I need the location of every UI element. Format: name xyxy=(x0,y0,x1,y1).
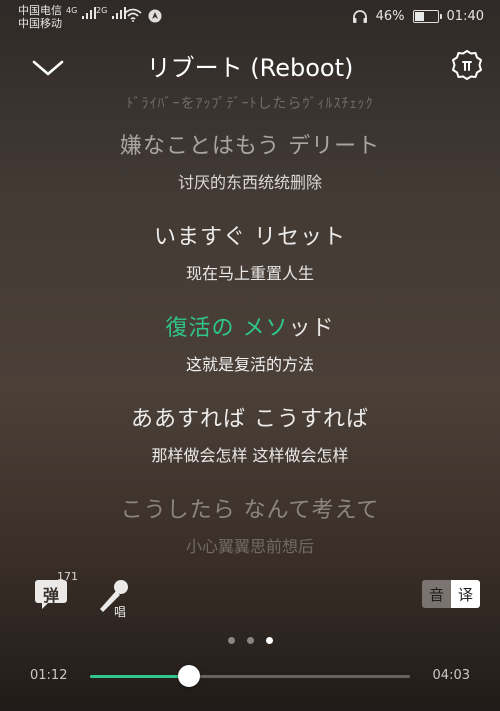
song-title: リブート (Reboot) xyxy=(146,54,354,82)
battery-level xyxy=(414,12,424,21)
toggle-phonetic-option[interactable]: 音 xyxy=(422,580,451,608)
elapsed-time: 01:12 xyxy=(30,668,68,683)
wifi-icon xyxy=(124,8,142,22)
lyric-translation: 那样做会怎样 这样做会怎样 xyxy=(151,446,349,465)
danmaku-count: 171 xyxy=(57,570,78,583)
location-icon xyxy=(148,9,162,23)
status-bar: 中国电信 中国移动 4G 2G 46% 01:40 xyxy=(0,0,500,36)
lyric-japanese: ああすれば こうすれば xyxy=(131,407,369,432)
lyric-japanese: 嫌なことはもう デリート xyxy=(119,134,381,159)
signal-4g-icon: 4G xyxy=(66,7,96,19)
battery-percent: 46% xyxy=(375,9,405,24)
page-dot[interactable] xyxy=(246,637,254,644)
lyric-line[interactable]: 嫌なことはもう デリート 讨厌的东西统统删除 xyxy=(0,132,500,194)
lyric-line[interactable]: いますぐ リセット 现在马上重置人生 xyxy=(0,223,500,285)
total-time: 04:03 xyxy=(432,668,470,683)
carrier-2-label: 中国移动 xyxy=(18,17,62,30)
playback-progress: 01:12 04:03 xyxy=(0,664,500,688)
lyric-translation: 这就是复活的方法 xyxy=(185,355,314,374)
lyric-line[interactable]: ああすれば こうすれば 那样做会怎样 这样做会怎样 xyxy=(0,405,500,467)
lyric-japanese: いますぐ リセット xyxy=(154,225,346,250)
status-right: 46% 01:40 xyxy=(352,9,484,24)
page-indicator[interactable] xyxy=(0,637,500,644)
lyric-line-faded: ﾄﾞﾗｲﾊﾞｰをｱｯﾌﾟﾃﾞｰﾄしたらｳﾞｨﾙｽﾁｪｯｸ xyxy=(126,96,374,112)
translation-toggle[interactable]: 音 译 xyxy=(422,580,480,608)
lyrics-panel[interactable]: ﾄﾞﾗｲﾊﾞｰをｱｯﾌﾟﾃﾞｰﾄしたらｳﾞｨﾙｽﾁｪｯｸ 嫌なことはもう デリー… xyxy=(0,92,500,562)
sing-button[interactable]: 唱 xyxy=(94,577,134,619)
battery-icon xyxy=(412,10,442,23)
player-header: リブート (Reboot) xyxy=(0,44,500,88)
lyric-unplayed-part: ッド xyxy=(288,316,335,341)
progress-thumb[interactable] xyxy=(178,665,201,687)
lyric-translation: 讨厌的东西统统删除 xyxy=(177,173,322,192)
carrier-info: 中国电信 中国移动 xyxy=(18,4,62,30)
signal-2g-icon: 2G xyxy=(96,7,126,19)
page-dot[interactable] xyxy=(227,637,235,644)
headphones-icon xyxy=(352,9,367,23)
danmaku-label: 弹 xyxy=(42,586,59,605)
bottom-controls: 弹 171 唱 音 译 xyxy=(0,568,500,628)
toggle-translation-option[interactable]: 译 xyxy=(451,580,480,608)
lyric-line-active[interactable]: 復活の メソッド 这就是复活的方法 xyxy=(0,314,500,376)
lyric-japanese: こうしたら なんて考えて xyxy=(120,498,380,523)
progress-played xyxy=(90,675,190,678)
carrier-1-label: 中国电信 xyxy=(18,4,62,17)
chevron-down-icon[interactable] xyxy=(30,52,66,82)
page-dot-active[interactable] xyxy=(265,637,273,644)
lyric-line[interactable]: こうしたら なんて考えて 小心翼翼思前想后 xyxy=(0,496,500,558)
status-time: 01:40 xyxy=(446,9,484,24)
lyric-translation: 小心翼翼思前想后 xyxy=(185,537,314,556)
sing-label: 唱 xyxy=(114,605,127,619)
progress-track[interactable] xyxy=(90,665,410,687)
lyric-played-part: 復活の メソ xyxy=(165,316,289,341)
lyric-japanese-active: 復活の メソッド xyxy=(0,314,500,344)
settings-gear-icon[interactable] xyxy=(450,48,484,82)
lyric-translation: 现在马上重置人生 xyxy=(185,264,314,283)
